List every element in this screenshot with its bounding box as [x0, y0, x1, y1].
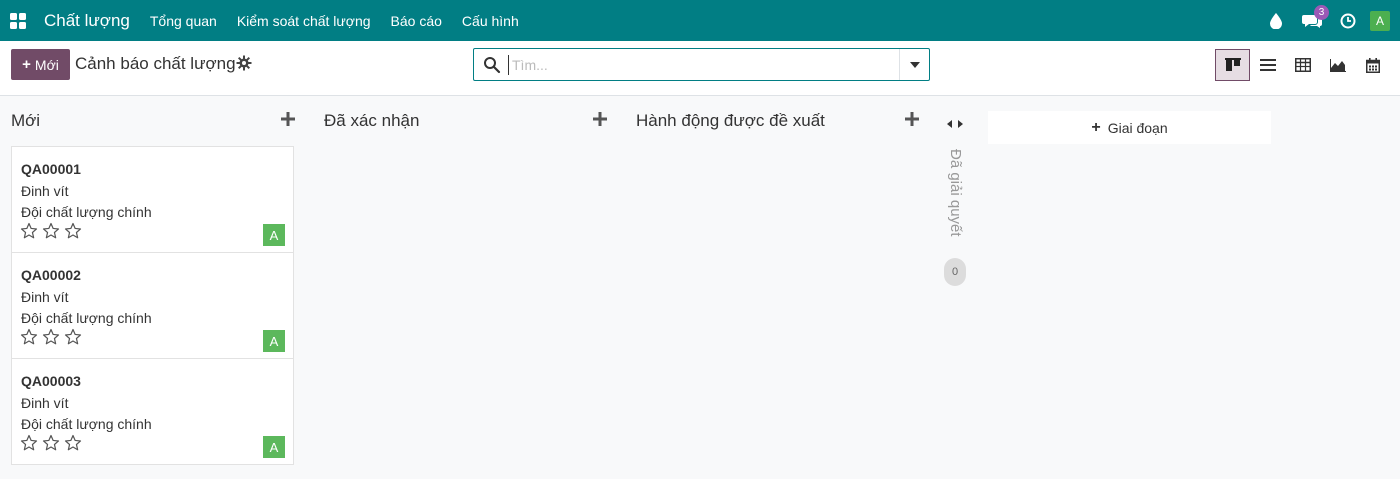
- add-card-new-icon[interactable]: [281, 112, 295, 126]
- page-title: Cảnh báo chất lượng: [75, 54, 236, 73]
- kanban-card[interactable]: QA00003 Đinh vít Đội chất lượng chính A: [11, 358, 294, 465]
- card-team: Đội chất lượng chính: [21, 310, 152, 326]
- new-button[interactable]: + Mới: [11, 49, 70, 80]
- star-icon[interactable]: [64, 222, 82, 240]
- card-product: Đinh vít: [21, 289, 69, 305]
- star-icon[interactable]: [64, 434, 82, 452]
- menu-configuration[interactable]: Cấu hình: [462, 13, 519, 29]
- kanban-card[interactable]: QA00002 Đinh vít Đội chất lượng chính A: [11, 252, 294, 359]
- graph-view-button[interactable]: [1320, 49, 1355, 81]
- kanban-icon: [1224, 58, 1241, 71]
- card-product: Đinh vít: [21, 395, 69, 411]
- card-reference: QA00003: [21, 373, 81, 389]
- calendar-view-button[interactable]: [1355, 49, 1390, 81]
- search-options-toggle[interactable]: [899, 49, 929, 80]
- star-icon[interactable]: [64, 328, 82, 346]
- star-icon[interactable]: [42, 222, 60, 240]
- priority-stars: [20, 222, 82, 240]
- menu-overview[interactable]: Tổng quan: [150, 13, 217, 29]
- card-assignee-avatar[interactable]: A: [263, 436, 285, 458]
- gear-icon[interactable]: [236, 55, 252, 71]
- star-icon[interactable]: [20, 434, 38, 452]
- column-header-new: Mới: [11, 111, 41, 130]
- search-input[interactable]: [508, 55, 888, 75]
- calendar-icon: [1365, 57, 1380, 73]
- caret-down-icon: [909, 61, 920, 68]
- menu-reporting[interactable]: Báo cáo: [391, 13, 442, 29]
- column-header-action-proposed: Hành động được đề xuất: [636, 111, 825, 130]
- card-reference: QA00001: [21, 161, 81, 177]
- plus-icon: +: [22, 56, 31, 73]
- folded-column-title: Đã giải quyết: [947, 149, 964, 237]
- search-bar: [473, 48, 930, 81]
- star-icon[interactable]: [20, 328, 38, 346]
- user-avatar[interactable]: A: [1370, 10, 1390, 31]
- star-icon[interactable]: [20, 222, 38, 240]
- add-stage-button[interactable]: + Giai đoạn: [988, 111, 1271, 144]
- control-panel: + Mới Cảnh báo chất lượng: [0, 41, 1400, 96]
- folded-column-count: 0: [944, 258, 966, 286]
- star-icon[interactable]: [42, 434, 60, 452]
- top-navbar: Chất lượng Tổng quan Kiểm soát chất lượn…: [0, 0, 1400, 41]
- add-stage-label: Giai đoạn: [1107, 119, 1168, 136]
- messages-icon[interactable]: 3: [1294, 0, 1330, 41]
- pivot-view-button[interactable]: [1285, 49, 1320, 81]
- card-assignee-avatar[interactable]: A: [263, 224, 285, 246]
- new-button-label: Mới: [34, 56, 59, 73]
- list-view-button[interactable]: [1250, 49, 1285, 81]
- view-switcher: [1215, 49, 1390, 81]
- column-header-confirmed: Đã xác nhận: [324, 111, 420, 130]
- unfold-arrows-icon[interactable]: [946, 119, 964, 129]
- add-card-confirmed-icon[interactable]: [593, 112, 607, 126]
- apps-menu-icon[interactable]: [0, 0, 36, 41]
- kanban-card[interactable]: QA00001 Đinh vít Đội chất lượng chính A: [11, 146, 294, 253]
- folded-column-resolved[interactable]: Đã giải quyết 0: [943, 113, 967, 288]
- droplet-icon[interactable]: [1258, 0, 1294, 41]
- priority-stars: [20, 328, 82, 346]
- plus-icon: +: [1091, 118, 1101, 136]
- card-reference: QA00002: [21, 267, 81, 283]
- graph-icon: [1329, 58, 1346, 72]
- star-icon[interactable]: [42, 328, 60, 346]
- card-product: Đinh vít: [21, 183, 69, 199]
- messages-count-badge: 3: [1314, 5, 1329, 20]
- clock-icon[interactable]: [1330, 0, 1366, 41]
- menu-quality-control[interactable]: Kiểm soát chất lượng: [237, 13, 371, 29]
- pivot-icon: [1294, 58, 1311, 72]
- search-icon: [484, 57, 501, 74]
- card-team: Đội chất lượng chính: [21, 204, 152, 220]
- card-team: Đội chất lượng chính: [21, 416, 152, 432]
- add-card-action-proposed-icon[interactable]: [905, 112, 919, 126]
- list-icon: [1259, 59, 1276, 71]
- kanban-view-button[interactable]: [1215, 49, 1250, 81]
- priority-stars: [20, 434, 82, 452]
- card-assignee-avatar[interactable]: A: [263, 330, 285, 352]
- app-name[interactable]: Chất lượng: [44, 11, 130, 31]
